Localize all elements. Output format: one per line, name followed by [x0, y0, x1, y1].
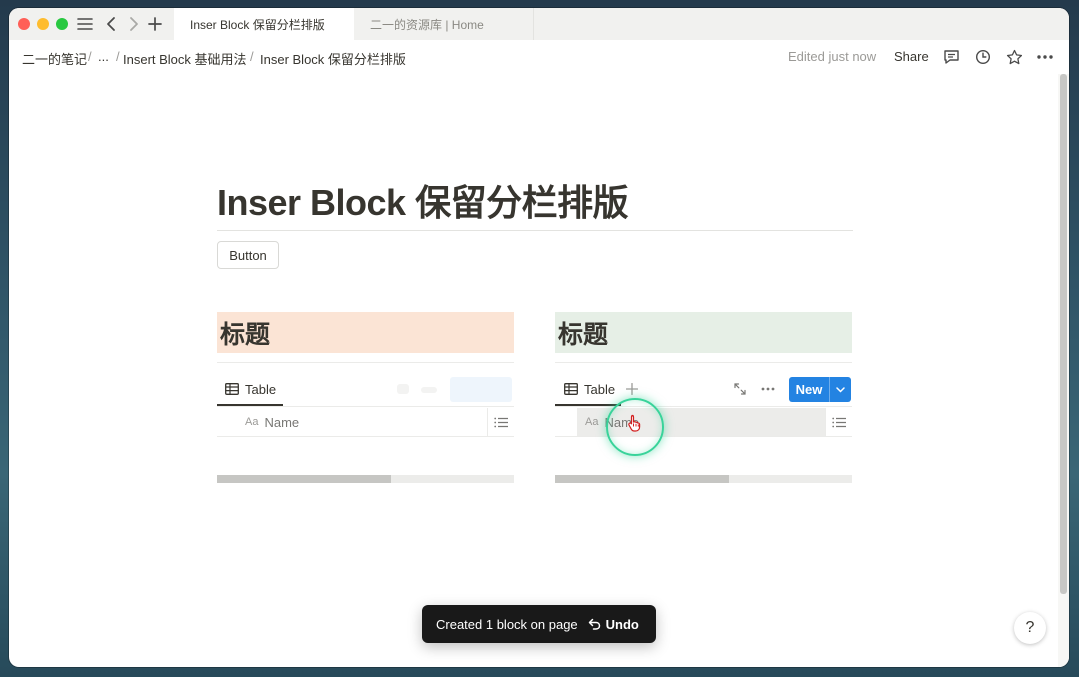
breadcrumb-ellipsis[interactable]: ... — [98, 49, 109, 64]
left-horizontal-scrollbar-thumb[interactable] — [217, 475, 391, 483]
help-button[interactable]: ? — [1014, 612, 1046, 644]
left-name-column-header[interactable]: Aa Name — [245, 408, 485, 436]
tab-label: Inser Block 保留分栏排版 — [190, 17, 325, 32]
left-view-divider — [217, 406, 514, 407]
text-property-icon: Aa — [245, 416, 259, 428]
toast-notification: Created 1 block on page Undo — [422, 605, 656, 643]
view-more-icon[interactable] — [759, 384, 777, 394]
page-title[interactable]: Inser Block 保留分栏排版 — [217, 174, 629, 226]
page-topbar: 二一的笔记 / ... / Insert Block 基础用法 / Inser … — [9, 40, 1069, 74]
left-faded-expand-icon — [397, 384, 409, 394]
tab-label: 二一的资源库 | Home — [370, 17, 484, 32]
forward-icon[interactable] — [126, 14, 142, 34]
column-name: Name — [264, 414, 300, 430]
new-tab-icon[interactable] — [146, 14, 164, 34]
title-divider — [217, 230, 853, 231]
view-label: Table — [245, 381, 277, 397]
right-heading-divider — [555, 362, 852, 363]
app-window: Inser Block 保留分栏排版 二一的资源库 | Home 二一的笔记 /… — [9, 8, 1069, 667]
right-list-options-icon[interactable] — [825, 408, 852, 436]
text-property-icon: Aa — [585, 416, 599, 428]
left-column-heading[interactable]: 标题 — [217, 312, 514, 353]
right-table-view-tab[interactable]: Table — [564, 377, 615, 401]
expand-icon[interactable] — [733, 382, 747, 396]
breadcrumb-current-page[interactable]: Inser Block 保留分栏排版 — [260, 49, 406, 68]
breadcrumb-separator: / — [116, 49, 120, 64]
maximize-window-button[interactable] — [56, 18, 68, 30]
left-faded-more-icon — [421, 387, 437, 393]
breadcrumb-separator: / — [88, 49, 92, 64]
back-icon[interactable] — [103, 14, 119, 34]
tab-current-page[interactable]: Inser Block 保留分栏排版 — [174, 8, 354, 40]
sidebar-menu-icon[interactable] — [76, 14, 94, 34]
edited-status: Edited just now — [788, 49, 877, 64]
view-label: Table — [584, 381, 616, 397]
favorite-star-icon[interactable] — [1005, 48, 1023, 66]
table-icon — [564, 383, 578, 395]
new-record-button[interactable]: New — [789, 377, 851, 402]
breadcrumb-separator: / — [250, 49, 254, 64]
chevron-down-icon[interactable] — [830, 386, 851, 393]
left-heading-divider — [217, 362, 514, 363]
minimize-window-button[interactable] — [37, 18, 49, 30]
new-label: New — [795, 382, 823, 397]
undo-label: Undo — [605, 616, 639, 632]
add-view-icon[interactable] — [625, 382, 639, 396]
close-window-button[interactable] — [18, 18, 30, 30]
comment-icon[interactable] — [942, 48, 960, 66]
page-scrollbar-thumb[interactable] — [1060, 74, 1067, 594]
left-table-view-tab[interactable]: Table — [225, 377, 276, 401]
history-clock-icon[interactable] — [974, 48, 992, 66]
hand-cursor-icon — [627, 414, 643, 437]
share-button[interactable]: Share — [894, 49, 929, 64]
undo-button[interactable]: Undo — [588, 617, 639, 632]
more-options-icon[interactable] — [1036, 48, 1054, 66]
right-view-divider — [555, 406, 852, 407]
left-row-divider — [217, 436, 514, 437]
breadcrumb-workspace[interactable]: 二一的笔记 — [22, 49, 87, 68]
button-block[interactable]: Button — [217, 241, 279, 269]
tab-bar: Inser Block 保留分栏排版 二一的资源库 | Home — [9, 8, 1069, 40]
undo-arrow-icon — [588, 618, 600, 630]
left-faded-new-button — [450, 377, 512, 402]
right-horizontal-scrollbar-thumb[interactable] — [555, 475, 729, 483]
left-list-options-icon[interactable] — [487, 408, 514, 436]
right-row-divider — [555, 436, 852, 437]
right-column-heading[interactable]: 标题 — [555, 312, 852, 353]
tab-resource-home[interactable]: 二一的资源库 | Home — [354, 8, 534, 40]
breadcrumb-parent-page[interactable]: Insert Block 基础用法 — [123, 49, 247, 68]
toast-message: Created 1 block on page — [436, 616, 578, 632]
table-icon — [225, 383, 239, 395]
